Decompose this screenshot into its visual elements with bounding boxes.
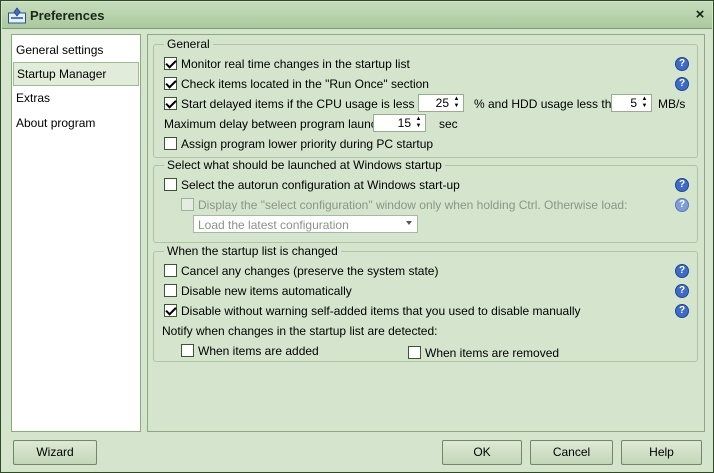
help-icon[interactable]: ? (675, 178, 689, 192)
flower-icon (8, 7, 26, 24)
display-window-checkbox[interactable] (181, 198, 194, 211)
cpu-usage-stepper[interactable]: 25 ▲ ▼ (418, 94, 464, 112)
help-icon[interactable]: ? (675, 304, 689, 318)
window-title: Preferences (30, 8, 105, 23)
lower-priority-label: Assign program lower priority during PC … (181, 137, 434, 151)
sidebar-item-general-settings[interactable]: General settings (13, 39, 139, 63)
hdd-usage-stepper[interactable]: 5 ▲ ▼ (611, 94, 652, 112)
delayed-checkbox[interactable] (164, 97, 177, 110)
ok-button[interactable]: OK (442, 440, 522, 465)
sidebar-item-about-program[interactable]: About program (13, 112, 139, 136)
disable-new-checkbox[interactable] (164, 284, 177, 297)
stepper-arrows-icon[interactable]: ▲ ▼ (451, 96, 462, 110)
lower-priority-checkbox[interactable] (164, 137, 177, 150)
config-select[interactable]: Load the latest configuration (193, 215, 418, 233)
sidebar: General settings Startup Manager Extras … (11, 34, 141, 432)
notify-label: Notify when changes in the startup list … (162, 324, 438, 338)
disable-self-added-checkbox[interactable] (164, 304, 177, 317)
chevron-down-icon (406, 221, 412, 225)
items-added-checkbox[interactable] (181, 344, 194, 357)
changes-group: When the startup list is changed Cancel … (153, 244, 698, 362)
autorun-group-title: Select what should be launched at Window… (164, 158, 445, 172)
general-group-title: General (164, 37, 213, 51)
delayed-label-start: Start delayed items if the CPU usage is … (181, 97, 442, 111)
disable-self-added-label: Disable without warning self-added items… (181, 304, 581, 318)
close-icon[interactable]: × (692, 7, 708, 23)
display-window-label: Display the "select configuration" windo… (198, 198, 628, 212)
help-icon[interactable]: ? (675, 284, 689, 298)
max-delay-label: Maximum delay between program launches (164, 117, 397, 131)
cancel-changes-label: Cancel any changes (preserve the system … (181, 264, 439, 278)
run-once-checkbox[interactable] (164, 77, 177, 90)
run-once-label: Check items located in the "Run Once" se… (181, 77, 429, 91)
help-icon[interactable]: ? (675, 198, 689, 212)
wizard-button[interactable]: Wizard (13, 440, 97, 465)
preferences-window: Preferences × General settings Startup M… (0, 0, 714, 473)
monitor-label: Monitor real time changes in the startup… (181, 57, 410, 71)
disable-new-label: Disable new items automatically (181, 284, 352, 298)
items-removed-checkbox[interactable] (408, 346, 421, 359)
monitor-checkbox[interactable] (164, 57, 177, 70)
general-group: General Monitor real time changes in the… (153, 37, 698, 158)
help-button[interactable]: Help (621, 440, 702, 465)
items-added-label: When items are added (198, 344, 319, 358)
title-bar: Preferences × (2, 2, 712, 29)
stepper-arrows-icon[interactable]: ▲ ▼ (639, 96, 650, 110)
changes-group-title: When the startup list is changed (164, 244, 341, 258)
stepper-arrows-icon[interactable]: ▲ ▼ (413, 116, 424, 130)
cpu-usage-value: 25 (435, 96, 449, 110)
delayed-label-mid: % and HDD usage less than (474, 97, 625, 111)
startup-manager-panel: General Monitor real time changes in the… (147, 34, 705, 432)
sidebar-item-extras[interactable]: Extras (13, 87, 139, 111)
max-delay-stepper[interactable]: 15 ▲ ▼ (373, 114, 426, 132)
sidebar-item-startup-manager[interactable]: Startup Manager (13, 62, 139, 86)
help-icon[interactable]: ? (675, 77, 689, 91)
hdd-usage-value: 5 (630, 96, 637, 110)
max-delay-unit: sec (439, 117, 458, 131)
cancel-button[interactable]: Cancel (530, 440, 613, 465)
items-removed-label: When items are removed (425, 346, 560, 360)
help-icon[interactable]: ? (675, 57, 689, 71)
config-select-value: Load the latest configuration (198, 218, 349, 232)
delayed-label-end: MB/s (658, 97, 686, 111)
select-config-label: Select the autorun configuration at Wind… (181, 178, 460, 192)
cancel-changes-checkbox[interactable] (164, 264, 177, 277)
help-icon[interactable]: ? (675, 264, 689, 278)
max-delay-value: 15 (397, 116, 411, 130)
select-config-checkbox[interactable] (164, 178, 177, 191)
